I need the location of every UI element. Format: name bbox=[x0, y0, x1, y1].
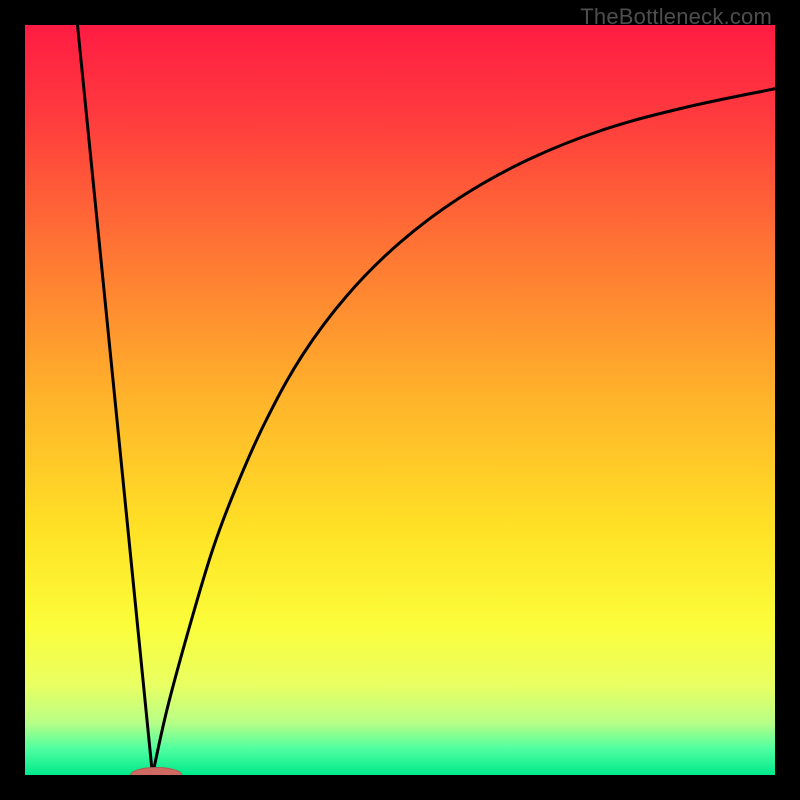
gradient-background bbox=[25, 25, 775, 775]
chart-svg bbox=[25, 25, 775, 775]
plot-area bbox=[25, 25, 775, 775]
chart-frame: TheBottleneck.com bbox=[0, 0, 800, 800]
